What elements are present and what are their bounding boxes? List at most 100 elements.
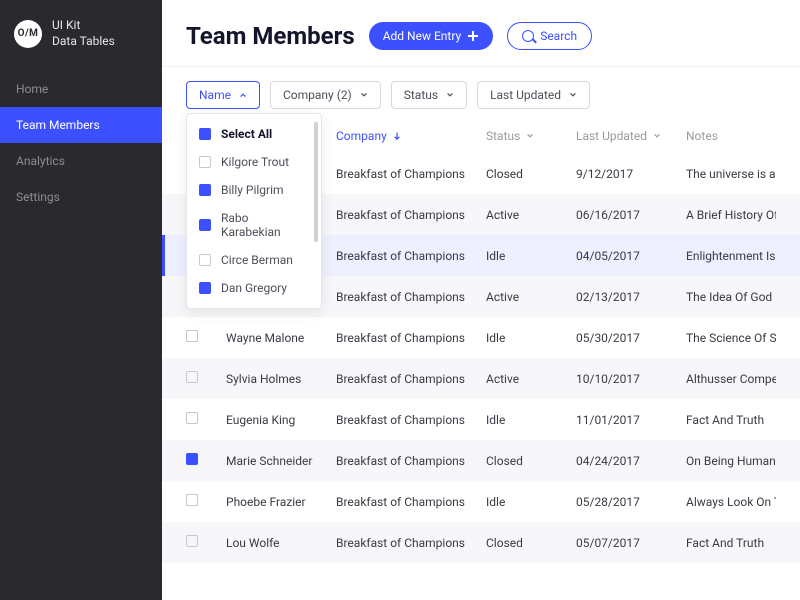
cell-updated: 04/05/2017 xyxy=(576,249,686,263)
row-checkbox[interactable] xyxy=(186,412,198,424)
filter-company[interactable]: Company (2) xyxy=(270,81,381,109)
col-status[interactable]: Status xyxy=(486,129,576,143)
search-button[interactable]: Search xyxy=(507,22,592,50)
col-notes: Notes xyxy=(686,129,776,143)
sidebar: O/M UI Kit Data Tables HomeTeam MembersA… xyxy=(0,0,162,600)
checkbox[interactable] xyxy=(199,128,211,140)
cell-updated: 06/16/2017 xyxy=(576,208,686,222)
col-updated[interactable]: Last Updated xyxy=(576,129,686,143)
col-company[interactable]: Company xyxy=(336,129,486,143)
cell-notes: The universe is a big p xyxy=(686,167,776,181)
table-row[interactable]: Wayne MaloneBreakfast of ChampionsIdle05… xyxy=(162,317,800,358)
dropdown-item[interactable]: Select All xyxy=(187,120,321,148)
filter-name[interactable]: Name xyxy=(186,81,260,109)
dropdown-scrollbar[interactable] xyxy=(314,122,318,242)
cell-notes: A Brief History Of Crea xyxy=(686,208,776,222)
cell-updated: 05/07/2017 xyxy=(576,536,686,550)
dropdown-item[interactable]: Dan Gregory xyxy=(187,274,321,302)
add-entry-button[interactable]: Add New Entry xyxy=(369,22,493,50)
filters-bar: NameCompany (2)StatusLast Updated Select… xyxy=(162,67,800,119)
table-row[interactable]: Phoebe FrazierBreakfast of ChampionsIdle… xyxy=(162,481,800,522)
header: Team Members Add New Entry Search xyxy=(162,0,800,67)
brand-line2: Data Tables xyxy=(52,34,115,50)
filter-label: Status xyxy=(404,88,438,102)
cell-status: Idle xyxy=(486,495,576,509)
name-filter-dropdown[interactable]: Select All Kilgore Trout Billy Pilgrim Rabo… xyxy=(186,113,322,309)
checkbox[interactable] xyxy=(199,219,211,231)
filter-label: Company (2) xyxy=(283,88,352,102)
cell-company: Breakfast of Champions xyxy=(336,454,486,468)
checkbox[interactable] xyxy=(199,184,211,196)
table-row[interactable]: Marie SchneiderBreakfast of ChampionsClo… xyxy=(162,440,800,481)
row-checkbox[interactable] xyxy=(186,330,198,342)
row-checkbox[interactable] xyxy=(186,494,198,506)
cell-updated: 11/01/2017 xyxy=(576,413,686,427)
arrow-down-icon xyxy=(393,132,401,140)
dropdown-item[interactable]: Circe Berman xyxy=(187,246,321,274)
plus-icon xyxy=(467,30,479,42)
cell-notes: Fact And Truth xyxy=(686,536,776,550)
cell-notes: Fact And Truth xyxy=(686,413,776,427)
checkbox[interactable] xyxy=(199,156,211,168)
cell-status: Active xyxy=(486,208,576,222)
cell-status: Active xyxy=(486,372,576,386)
dropdown-item[interactable]: Billy Pilgrim xyxy=(187,176,321,204)
chevron-down-icon xyxy=(446,91,454,99)
filter-last[interactable]: Last Updated xyxy=(477,81,590,109)
dropdown-item[interactable]: Rabo Karabekian xyxy=(187,204,321,246)
sidebar-item-settings[interactable]: Settings xyxy=(0,179,162,215)
filter-label: Last Updated xyxy=(490,88,561,102)
cell-updated: 9/12/2017 xyxy=(576,167,686,181)
cell-company: Breakfast of Champions xyxy=(336,167,486,181)
filter-status[interactable]: Status xyxy=(391,81,467,109)
sidebar-item-analytics[interactable]: Analytics xyxy=(0,143,162,179)
sidebar-nav: HomeTeam MembersAnalyticsSettings xyxy=(0,71,162,215)
row-checkbox[interactable] xyxy=(186,453,198,465)
cell-notes: Enlightenment Is Not J xyxy=(686,249,776,263)
cell-status: Idle xyxy=(486,249,576,263)
cell-notes: The Idea Of God Is No xyxy=(686,290,776,304)
search-label: Search xyxy=(540,29,577,43)
cell-company: Breakfast of Champions xyxy=(336,290,486,304)
dropdown-item-label: Dan Gregory xyxy=(221,281,287,295)
cell-company: Breakfast of Champions xyxy=(336,536,486,550)
checkbox[interactable] xyxy=(199,282,211,294)
brand: O/M UI Kit Data Tables xyxy=(0,0,162,71)
cell-name: Sylvia Holmes xyxy=(226,372,336,386)
brand-logo: O/M xyxy=(14,20,42,48)
checkbox[interactable] xyxy=(199,254,211,266)
cell-name: Wayne Malone xyxy=(226,331,336,345)
cell-notes: Althusser Competing I xyxy=(686,372,776,386)
page-title: Team Members xyxy=(186,22,355,50)
dropdown-item-label: Billy Pilgrim xyxy=(221,183,284,197)
cell-status: Idle xyxy=(486,413,576,427)
sidebar-item-home[interactable]: Home xyxy=(0,71,162,107)
cell-notes: Always Look On The B xyxy=(686,495,776,509)
cell-notes: On Being Human xyxy=(686,454,776,468)
table-row[interactable]: Sylvia HolmesBreakfast of ChampionsActiv… xyxy=(162,358,800,399)
filter-label: Name xyxy=(199,88,231,102)
cell-notes: The Science Of Supers xyxy=(686,331,776,345)
row-checkbox[interactable] xyxy=(186,371,198,383)
add-entry-label: Add New Entry xyxy=(383,29,461,43)
table-row[interactable]: Lou WolfeBreakfast of ChampionsClosed05/… xyxy=(162,522,800,563)
dropdown-item-label: Select All xyxy=(221,127,272,141)
chevron-up-icon xyxy=(239,91,247,99)
cell-status: Closed xyxy=(486,454,576,468)
dropdown-item[interactable]: Kilgore Trout xyxy=(187,148,321,176)
cell-company: Breakfast of Champions xyxy=(336,372,486,386)
chevron-down-icon xyxy=(653,132,661,140)
cell-updated: 05/30/2017 xyxy=(576,331,686,345)
dropdown-item-label: Rabo Karabekian xyxy=(221,211,309,239)
sidebar-item-team-members[interactable]: Team Members xyxy=(0,107,162,143)
cell-company: Breakfast of Champions xyxy=(336,495,486,509)
cell-updated: 04/24/2017 xyxy=(576,454,686,468)
row-marker xyxy=(162,235,165,276)
chevron-down-icon xyxy=(360,91,368,99)
row-checkbox[interactable] xyxy=(186,535,198,547)
cell-name: Marie Schneider xyxy=(226,454,336,468)
brand-text: UI Kit Data Tables xyxy=(52,18,115,49)
table-row[interactable]: Eugenia KingBreakfast of ChampionsIdle11… xyxy=(162,399,800,440)
cell-name: Lou Wolfe xyxy=(226,536,336,550)
cell-company: Breakfast of Champions xyxy=(336,249,486,263)
